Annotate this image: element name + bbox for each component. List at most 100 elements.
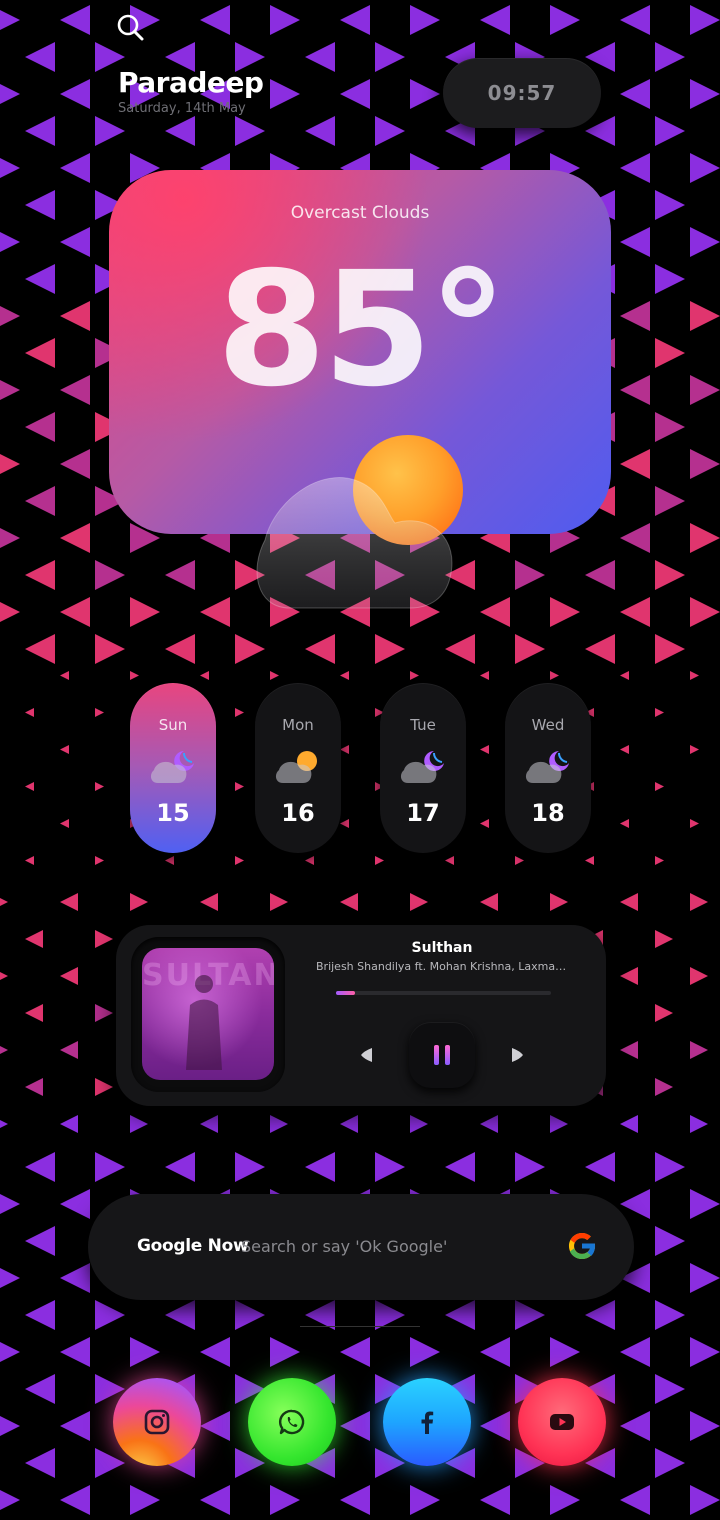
bg-triangle <box>0 1490 20 1510</box>
bg-triangle <box>60 1189 90 1219</box>
bg-triangle <box>95 634 125 664</box>
bg-triangle <box>655 1300 685 1330</box>
google-now-label: Google Now <box>137 1236 249 1256</box>
bg-triangle <box>0 454 20 474</box>
forecast-day-mon[interactable]: Mon 16 <box>255 683 341 853</box>
bg-triangle <box>340 1337 370 1367</box>
bg-triangle <box>620 1189 650 1219</box>
search-hint[interactable]: Search or say 'Ok Google' <box>241 1237 447 1256</box>
clock-widget[interactable]: 09:57 <box>443 58 601 128</box>
bg-triangle <box>25 560 55 590</box>
bg-triangle <box>515 560 545 590</box>
bg-triangle <box>620 153 650 183</box>
bg-triangle <box>0 84 20 104</box>
city-name: Paradeep <box>118 66 264 99</box>
bg-triangle <box>690 449 720 479</box>
bg-triangle <box>585 856 594 865</box>
album-art[interactable]: SULTAN <box>142 948 274 1080</box>
bg-triangle <box>655 264 685 294</box>
facebook-button[interactable] <box>383 1378 471 1466</box>
bg-triangle <box>95 708 104 717</box>
bg-triangle <box>480 1411 510 1441</box>
bg-triangle <box>620 745 629 754</box>
bg-triangle <box>620 5 650 35</box>
bg-triangle <box>480 597 510 627</box>
forecast-day-date: 18 <box>531 799 565 827</box>
bg-triangle <box>270 79 300 109</box>
bg-triangle <box>515 1152 545 1182</box>
next-button[interactable] <box>508 1046 528 1064</box>
bg-triangle <box>0 232 20 252</box>
instagram-button[interactable] <box>113 1378 201 1466</box>
bg-triangle <box>690 1411 720 1441</box>
bg-triangle <box>585 634 615 664</box>
bg-triangle <box>375 1152 405 1182</box>
bg-triangle <box>620 967 638 985</box>
bg-triangle <box>480 1337 510 1367</box>
bg-triangle <box>445 856 454 865</box>
bg-triangle <box>620 1337 650 1367</box>
bg-triangle <box>25 1374 55 1404</box>
bg-triangle <box>200 5 230 35</box>
instagram-icon <box>144 1409 170 1435</box>
bg-triangle <box>60 671 69 680</box>
bg-triangle <box>270 1485 300 1515</box>
bg-triangle <box>410 5 440 35</box>
bg-triangle <box>655 486 685 516</box>
bg-triangle <box>375 856 384 865</box>
bg-triangle <box>620 671 629 680</box>
forecast-day-name: Wed <box>531 716 565 734</box>
forecast-day-sun[interactable]: Sun 15 <box>130 683 216 853</box>
bg-triangle <box>60 893 78 911</box>
bg-triangle <box>690 1041 708 1059</box>
bg-triangle <box>0 158 20 178</box>
forecast-day-wed[interactable]: Wed 18 <box>505 683 591 853</box>
bg-triangle <box>25 708 34 717</box>
forecast-day-tue[interactable]: Tue 17 <box>380 683 466 853</box>
search-button[interactable] <box>112 10 148 46</box>
bg-triangle <box>690 227 720 257</box>
bg-triangle <box>655 560 685 590</box>
bg-triangle <box>60 819 69 828</box>
previous-button[interactable] <box>356 1046 376 1064</box>
bg-triangle <box>25 338 55 368</box>
youtube-icon <box>550 1414 574 1430</box>
bg-triangle <box>445 634 475 664</box>
facebook-icon <box>421 1411 434 1434</box>
bg-triangle <box>165 856 174 865</box>
pause-button[interactable] <box>409 1022 475 1088</box>
bg-triangle <box>25 634 55 664</box>
weather-condition: Overcast Clouds <box>290 203 430 223</box>
bg-triangle <box>410 671 419 680</box>
bg-triangle <box>60 449 90 479</box>
progress-fill <box>336 991 356 995</box>
bg-triangle <box>165 1300 195 1330</box>
google-logo-icon[interactable] <box>565 1229 599 1263</box>
bg-triangle <box>410 1485 440 1515</box>
bg-triangle <box>655 116 685 146</box>
progress-bar[interactable] <box>336 991 551 995</box>
bg-triangle <box>270 671 279 680</box>
bg-triangle <box>445 1300 475 1330</box>
bg-triangle <box>25 264 55 294</box>
bg-triangle <box>0 1120 8 1128</box>
bg-triangle <box>0 972 8 980</box>
bg-triangle <box>655 782 664 791</box>
whatsapp-button[interactable] <box>248 1378 336 1466</box>
album-figure-art <box>186 975 222 1070</box>
bg-triangle <box>690 1115 708 1133</box>
bg-triangle <box>515 1300 545 1330</box>
bg-triangle <box>130 671 139 680</box>
youtube-button[interactable] <box>518 1378 606 1466</box>
bg-triangle <box>655 42 685 72</box>
bg-triangle <box>340 819 349 828</box>
bg-triangle <box>690 301 720 331</box>
bg-triangle <box>0 602 20 622</box>
bg-triangle <box>515 856 524 865</box>
bg-triangle <box>585 1300 615 1330</box>
bg-triangle <box>655 190 685 220</box>
bg-triangle <box>130 1485 160 1515</box>
bg-triangle <box>25 190 55 220</box>
bg-triangle <box>515 634 545 664</box>
bg-triangle <box>95 1078 113 1096</box>
